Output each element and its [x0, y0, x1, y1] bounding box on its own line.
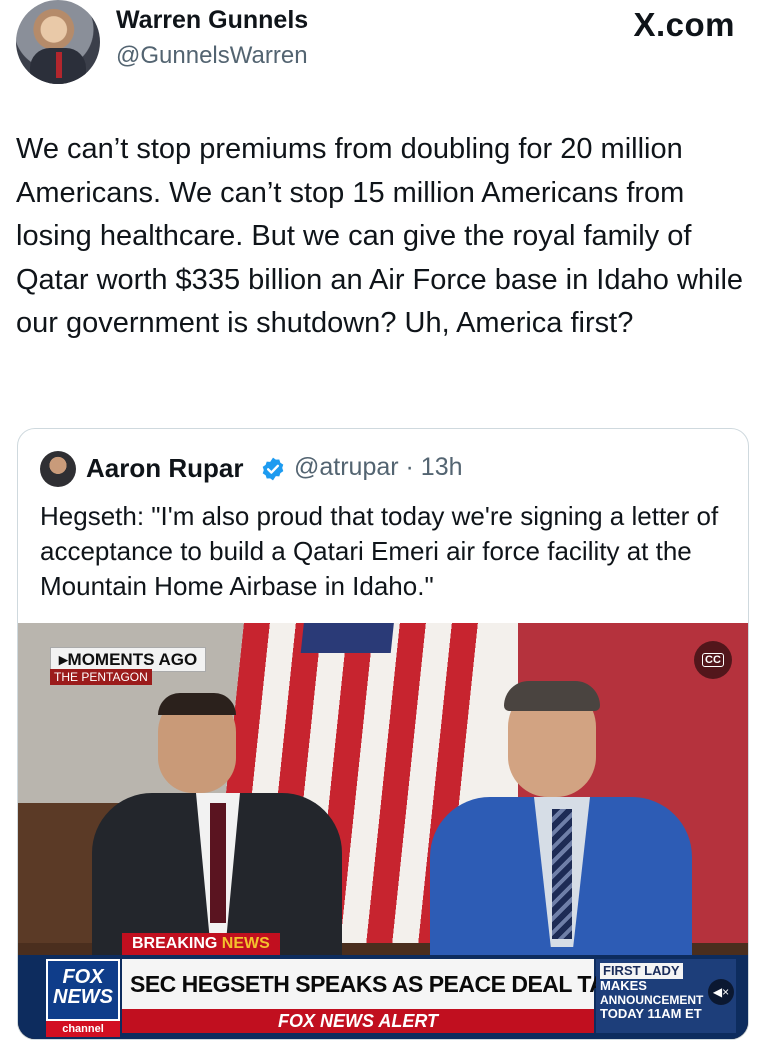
quoted-tweet-body: Hegseth: "I'm also proud that today we'r… [40, 501, 719, 601]
mute-icon[interactable]: ◀× [708, 979, 734, 1005]
avatar-tie [56, 52, 62, 78]
author-display-name[interactable]: Warren Gunnels [116, 6, 308, 35]
breaking-news-banner: BREAKING NEWS [122, 933, 280, 955]
video-player[interactable]: ▸MOMENTS AGO THE PENTAGON CC BREAKING NE… [18, 623, 748, 1039]
news-headline: SEC HEGSETH SPEAKS AS PEACE DEAL TAKES H… [122, 959, 721, 1009]
quoted-author-avatar[interactable] [40, 451, 76, 487]
captions-button[interactable]: CC [694, 641, 732, 679]
fox-news-alert: FOX NEWS ALERT [122, 1009, 594, 1033]
author-avatar[interactable] [16, 0, 100, 84]
author-handle[interactable]: @GunnelsWarren [116, 42, 308, 70]
quoted-author-name[interactable]: Aaron Rupar [86, 453, 243, 484]
tweet-body: We can’t stop premiums from doubling for… [16, 133, 744, 339]
location-tag: THE PENTAGON [50, 669, 152, 685]
verified-badge-icon [262, 457, 284, 481]
cc-icon: CC [702, 653, 724, 667]
fox-news-logo: FOX NEWS [46, 959, 120, 1021]
quoted-tweet-card[interactable]: Aaron Rupar @atrupar · 13h Hegseth: "I'm… [17, 428, 749, 1040]
fox-channel-label: channel [46, 1021, 120, 1037]
x-com-logo: X.com [633, 6, 735, 43]
quoted-handle-and-time[interactable]: @atrupar · 13h [294, 453, 463, 482]
